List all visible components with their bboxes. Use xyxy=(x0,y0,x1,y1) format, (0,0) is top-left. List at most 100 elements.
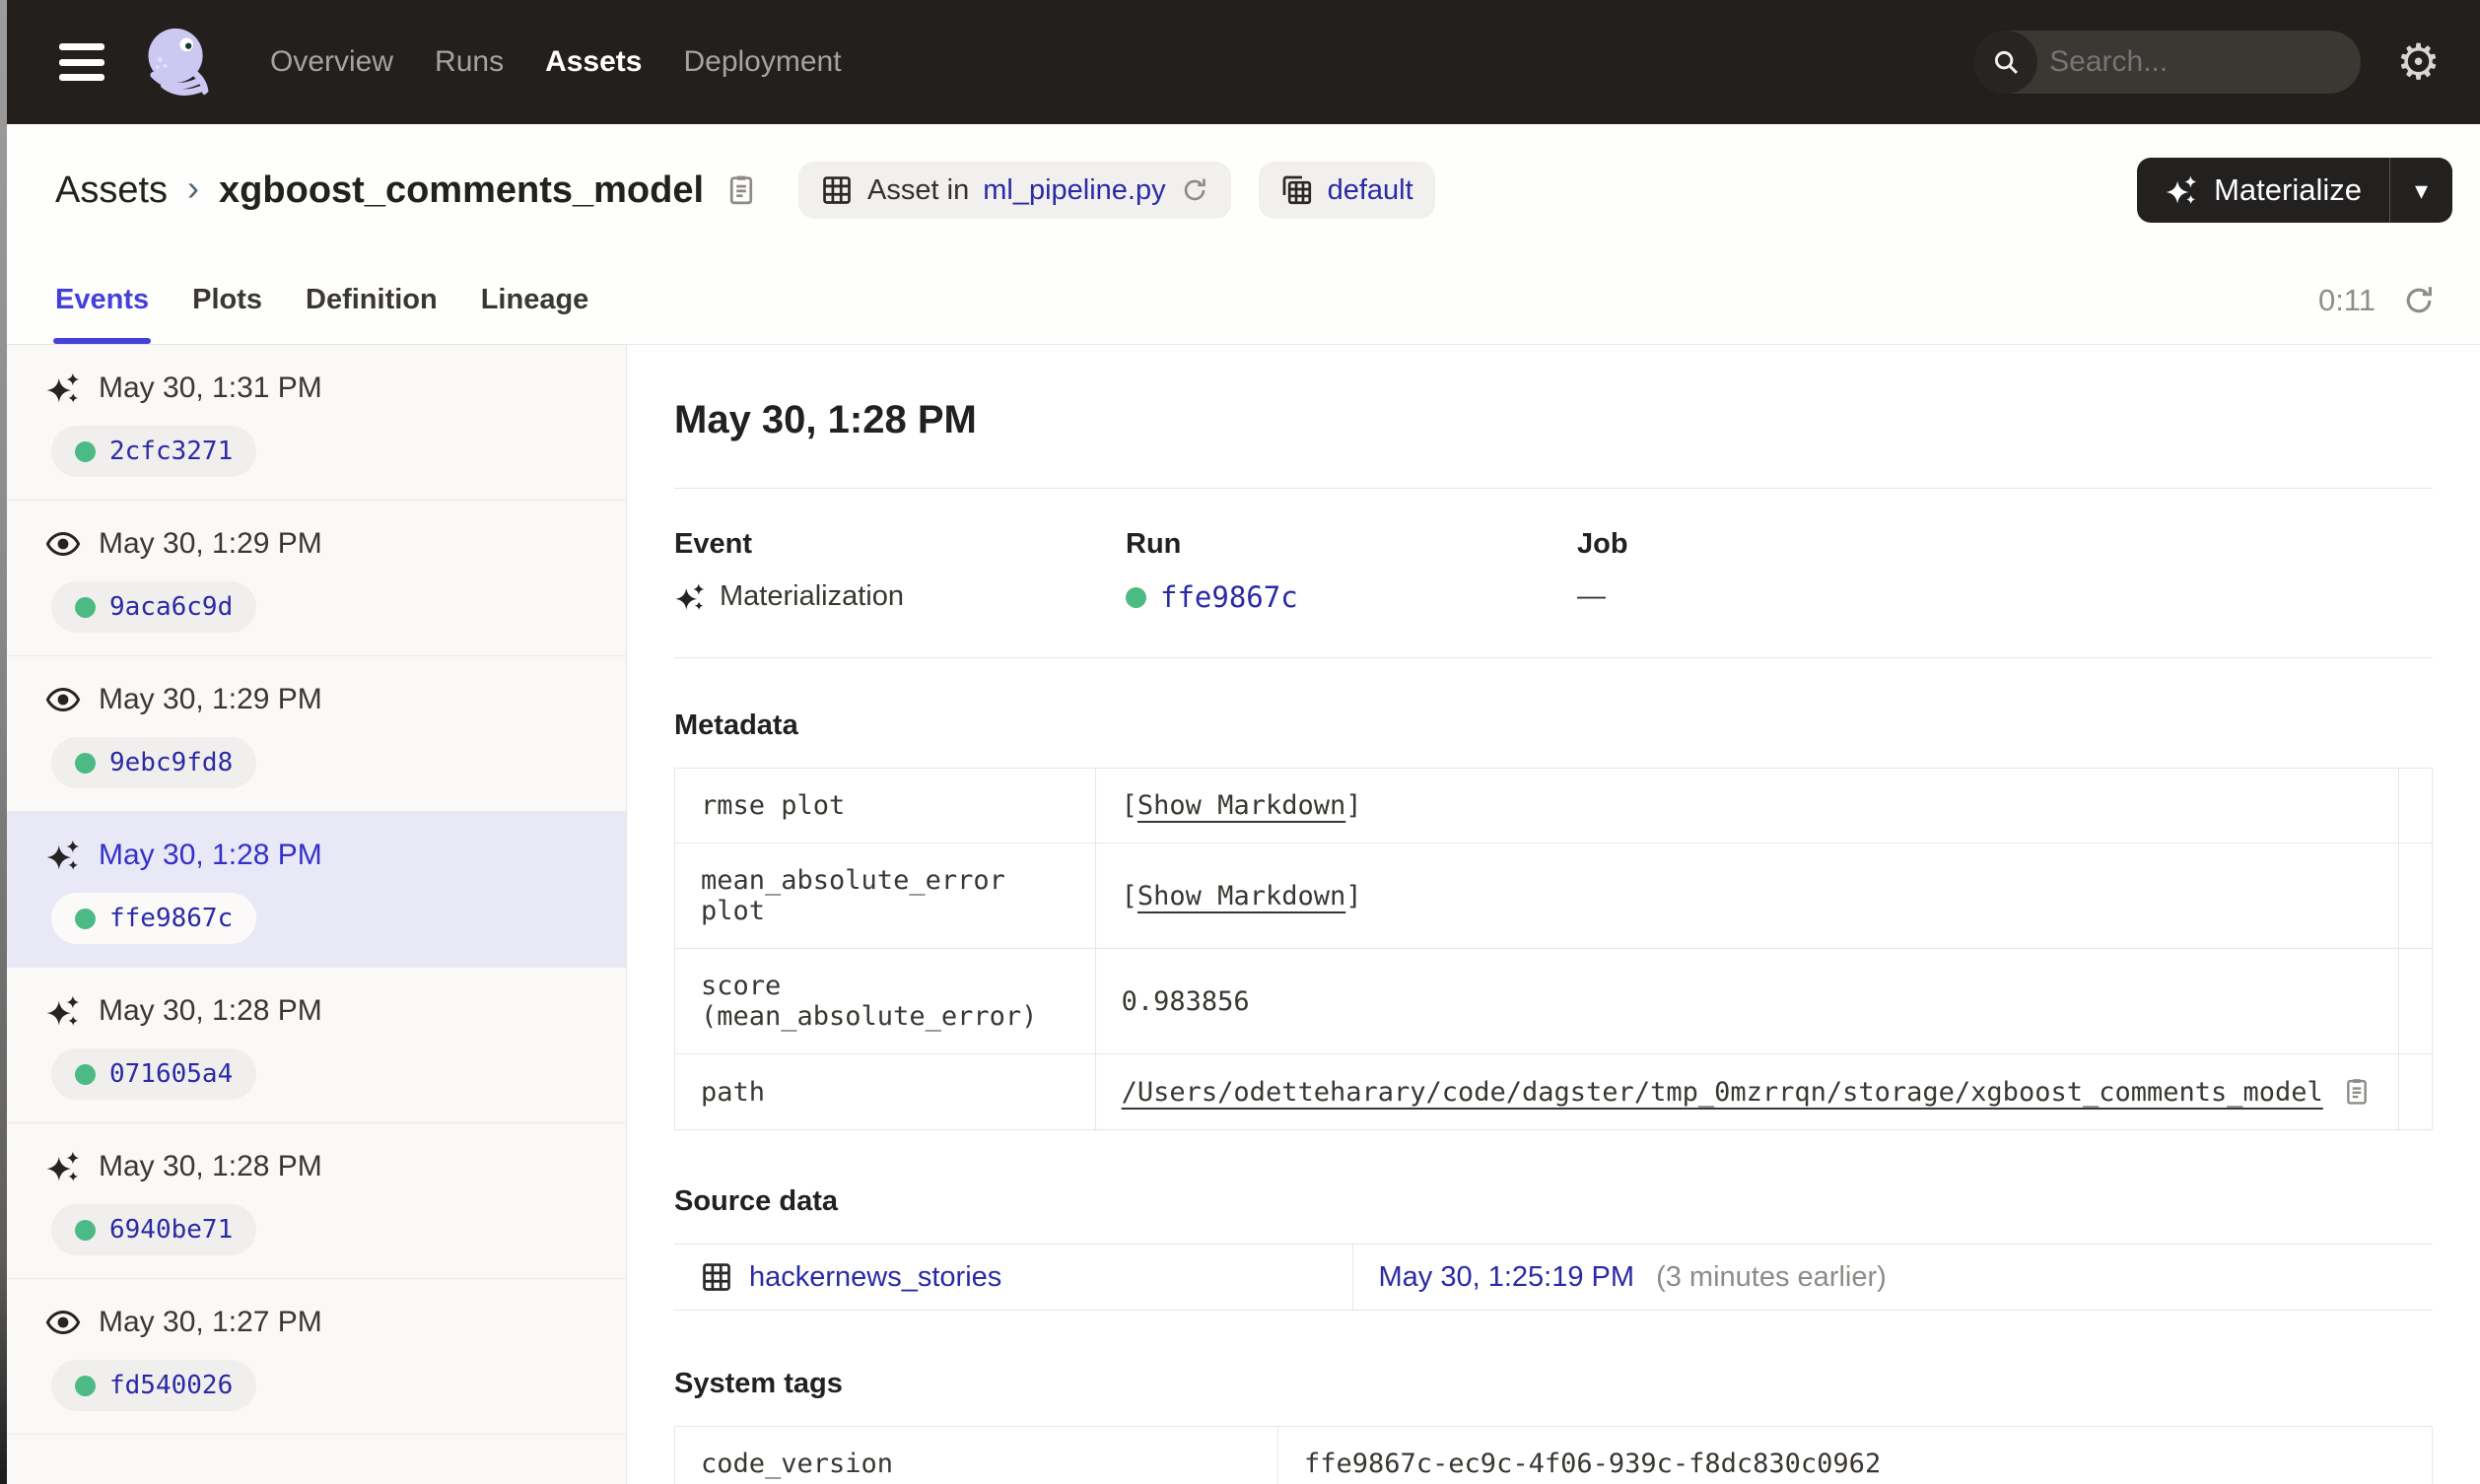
run-label: Run xyxy=(1126,528,1182,560)
code-location-link[interactable]: ml_pipeline.py xyxy=(983,174,1165,207)
tab-plots[interactable]: Plots xyxy=(192,256,262,344)
copy-asset-name-button[interactable] xyxy=(723,172,759,208)
group-pill[interactable]: default xyxy=(1258,162,1435,219)
run-id-pill[interactable]: ffe9867c xyxy=(51,893,257,944)
breadcrumb-separator: › xyxy=(187,168,200,208)
run-id-pill[interactable]: 9aca6c9d xyxy=(51,581,257,633)
event-column: Event Materialization xyxy=(674,528,1126,614)
source-timestamp-link[interactable]: May 30, 1:25:19 PM xyxy=(1379,1261,1635,1293)
materialization-icon xyxy=(45,1149,81,1184)
dagster-logo[interactable] xyxy=(138,21,221,103)
content: May 30, 1:31 PM 2cfc3271 May 30, 1:29 PM… xyxy=(0,345,2480,1484)
show-markdown-link[interactable]: [Show Markdown] xyxy=(1122,790,1362,821)
search-input[interactable] xyxy=(2037,45,2362,79)
nav-item-deployment[interactable]: Deployment xyxy=(683,45,841,79)
source-asset-cell: hackernews_stories xyxy=(674,1244,1353,1311)
event-list-item[interactable]: May 30, 1:29 PM 9ebc9fd8 xyxy=(0,656,626,812)
table-row: score (mean_absolute_error) 0.983856 xyxy=(674,948,2434,1054)
event-list-item[interactable]: May 30, 1:27 PM fd540026 xyxy=(0,1279,626,1435)
source-time-note: (3 minutes earlier) xyxy=(1656,1260,1887,1293)
event-list-item-selected[interactable]: May 30, 1:28 PM ffe9867c xyxy=(0,812,626,968)
run-id-pill[interactable]: fd540026 xyxy=(51,1360,257,1411)
asset-name: xgboost_comments_model xyxy=(219,169,705,211)
nav-item-overview[interactable]: Overview xyxy=(270,45,393,79)
nav-right: / ⚙ xyxy=(1974,31,2441,94)
run-id-link[interactable]: ffe9867c xyxy=(109,904,233,933)
run-id-pill[interactable]: 2cfc3271 xyxy=(51,426,257,477)
group-link[interactable]: default xyxy=(1328,174,1413,207)
run-status-dot xyxy=(75,596,96,618)
run-status-dot xyxy=(75,908,96,929)
run-id-link[interactable]: 9aca6c9d xyxy=(109,592,233,622)
run-status-dot xyxy=(75,1063,96,1085)
show-markdown-link[interactable]: [Show Markdown] xyxy=(1122,881,1362,911)
materialization-icon xyxy=(674,581,706,613)
system-tags-title: System tags xyxy=(674,1368,843,1399)
materialize-dropdown-button[interactable]: ▾ xyxy=(2389,158,2452,223)
run-id-link[interactable]: 2cfc3271 xyxy=(109,437,233,466)
run-status-dot xyxy=(75,440,96,462)
table-row: mean_absolute_error plot [Show Markdown] xyxy=(674,843,2434,949)
tab-events[interactable]: Events xyxy=(52,256,152,344)
materialize-split-button: Materialize ▾ xyxy=(2137,158,2452,223)
row-actions-cell xyxy=(2397,768,2434,843)
job-value: — xyxy=(1577,580,1606,612)
event-list-item[interactable]: May 30, 1:31 PM 2cfc3271 xyxy=(0,345,626,501)
run-status-dot xyxy=(1126,586,1146,608)
source-data-title: Source data xyxy=(674,1185,838,1217)
event-list-item[interactable]: May 30, 1:28 PM 6940be71 xyxy=(0,1123,626,1279)
search-box[interactable]: / xyxy=(1974,31,2362,94)
run-id-link[interactable]: ffe9867c xyxy=(1160,580,1298,614)
refresh-button[interactable] xyxy=(2401,283,2437,318)
event-list-item[interactable]: May 30, 1:28 PM 071605a4 xyxy=(0,968,626,1123)
group-grid-icon xyxy=(1280,173,1314,207)
code-location-pill[interactable]: Asset in ml_pipeline.py xyxy=(798,162,1231,219)
observation-eye-icon xyxy=(45,526,81,562)
tab-definition[interactable]: Definition xyxy=(306,256,438,344)
sparkle-icon xyxy=(2165,173,2198,207)
event-time: May 30, 1:28 PM xyxy=(99,839,322,871)
event-type: Materialization xyxy=(720,580,904,612)
event-time: May 30, 1:27 PM xyxy=(99,1306,322,1338)
breadcrumb-assets-link[interactable]: Assets xyxy=(55,169,168,212)
event-summary: Event Materialization Run ffe9867c Job — xyxy=(674,528,2433,614)
run-id-link[interactable]: 071605a4 xyxy=(109,1059,233,1089)
run-id-link[interactable]: 9ebc9fd8 xyxy=(109,748,233,777)
materialize-button[interactable]: Materialize xyxy=(2137,158,2389,223)
materialization-icon xyxy=(45,993,81,1029)
system-tag-key: code_version xyxy=(674,1426,1278,1484)
run-id-link[interactable]: fd540026 xyxy=(109,1371,233,1400)
gear-icon[interactable]: ⚙ xyxy=(2396,37,2441,87)
run-id-pill[interactable]: 9ebc9fd8 xyxy=(51,737,257,788)
copy-icon xyxy=(2341,1076,2373,1108)
path-link[interactable]: /Users/odetteharary/code/dagster/tmp_0mz… xyxy=(1122,1077,2323,1108)
search-icon xyxy=(1974,31,2038,94)
event-detail-title: May 30, 1:28 PM xyxy=(674,398,977,441)
materialization-icon xyxy=(45,371,81,406)
event-time: May 30, 1:29 PM xyxy=(99,683,322,715)
reload-location-icon[interactable] xyxy=(1180,175,1209,205)
refresh-area: 0:11 xyxy=(2318,283,2437,318)
copy-path-button[interactable] xyxy=(2341,1076,2373,1108)
event-list-item[interactable]: May 30, 1:29 PM 9aca6c9d xyxy=(0,501,626,656)
metadata-key: rmse plot xyxy=(674,768,1096,843)
source-asset-link[interactable]: hackernews_stories xyxy=(749,1261,1001,1294)
event-time: May 30, 1:31 PM xyxy=(99,371,322,404)
run-id-pill[interactable]: 6940be71 xyxy=(51,1204,257,1255)
metadata-key: path xyxy=(674,1053,1096,1130)
code-location-prefix: Asset in xyxy=(867,173,970,206)
nav-item-assets[interactable]: Assets xyxy=(545,45,642,79)
table-row: hackernews_stories May 30, 1:25:19 PM (3… xyxy=(674,1244,2433,1311)
run-id-pill[interactable]: 071605a4 xyxy=(51,1048,257,1100)
table-row: path /Users/odetteharary/code/dagster/tm… xyxy=(674,1053,2434,1130)
source-time-cell: May 30, 1:25:19 PM (3 minutes earlier) xyxy=(1352,1244,2433,1311)
tab-lineage[interactable]: Lineage xyxy=(481,256,589,344)
run-id-link[interactable]: 6940be71 xyxy=(109,1215,233,1245)
system-tags-table: code_version ffe9867c-ec9c-4f06-939c-f8d… xyxy=(674,1426,2433,1484)
metadata-value: 0.983856 xyxy=(1094,948,2399,1054)
observation-eye-icon xyxy=(45,682,81,717)
run-column: Run ffe9867c xyxy=(1126,528,1577,614)
hamburger-menu-button[interactable] xyxy=(59,43,104,81)
nav-item-runs[interactable]: Runs xyxy=(435,45,504,79)
window-edge xyxy=(0,0,7,1484)
